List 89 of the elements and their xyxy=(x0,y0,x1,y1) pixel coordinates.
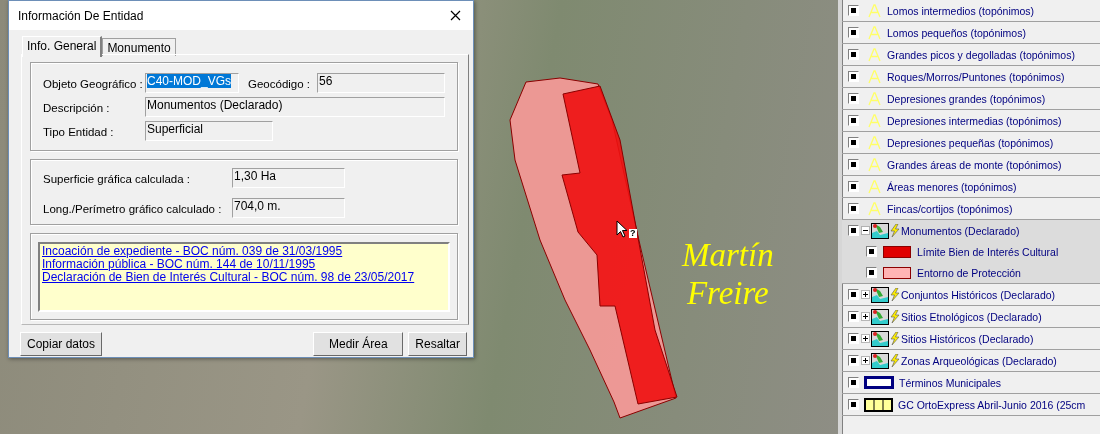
read-only-field[interactable]: 1,30 Ha xyxy=(232,168,345,188)
layer-name[interactable]: Entorno de Protección xyxy=(917,266,1021,279)
close-icon[interactable] xyxy=(450,10,461,21)
layer-checkbox[interactable] xyxy=(848,355,859,366)
map-layer-icon xyxy=(871,308,889,325)
layer-name[interactable]: Fincas/cortijos (topónimos) xyxy=(887,202,1013,215)
text-layer-icon xyxy=(868,47,881,62)
lightning-icon xyxy=(890,354,900,367)
text-layer-icon xyxy=(868,3,881,18)
read-only-field[interactable]: 704,0 m. xyxy=(232,198,345,218)
layer-name[interactable]: Sitios Etnológicos (Declarado) xyxy=(901,310,1042,323)
layer-name[interactable]: Grandes áreas de monte (topónimos) xyxy=(887,158,1062,171)
text-layer-icon xyxy=(868,69,881,84)
layer-checkbox[interactable] xyxy=(848,71,859,82)
text-layer-icon xyxy=(868,113,881,128)
text-layer-icon xyxy=(868,179,881,194)
field-label: Tipo Entidad : xyxy=(43,125,115,140)
field-label: Long./Perímetro gráfico calculado : xyxy=(43,202,223,217)
dialog-button[interactable]: Medir Área xyxy=(313,332,404,356)
lightning-icon xyxy=(890,224,900,237)
text-layer-icon xyxy=(868,201,881,216)
place-label: Martín xyxy=(682,236,774,274)
layer-name[interactable]: Lomos intermedios (topónimos) xyxy=(887,4,1035,17)
layer-checkbox[interactable] xyxy=(848,399,859,410)
cursor-icon xyxy=(616,220,628,238)
field-label: Descripción : xyxy=(43,101,111,116)
layer-checkbox[interactable] xyxy=(848,225,859,236)
field-label: Superficie gráfica calculada : xyxy=(43,172,192,187)
window-title: Información De Entidad xyxy=(18,8,144,23)
text-layer-icon xyxy=(868,135,881,150)
read-only-field[interactable]: C40-MOD_VGs xyxy=(145,73,239,93)
document-link[interactable]: Información pública - BOC núm. 144 de 10/11/1995 xyxy=(42,258,316,271)
place-label: Freire xyxy=(686,274,769,312)
layer-checkbox[interactable] xyxy=(866,246,877,257)
layer-name[interactable]: Monumentos (Declarado) xyxy=(901,224,1020,237)
layer-name[interactable]: Zonas Arqueológicas (Declarado) xyxy=(901,354,1057,367)
expand-icon[interactable] xyxy=(861,356,870,365)
layer-name[interactable]: Áreas menores (topónimos) xyxy=(887,180,1017,193)
layer-checkbox[interactable] xyxy=(848,377,859,388)
layer-name[interactable]: Conjuntos Históricos (Declarado) xyxy=(901,288,1056,301)
layer-checkbox[interactable] xyxy=(848,49,859,60)
raster-layer-icon xyxy=(864,397,893,412)
expand-icon[interactable] xyxy=(861,312,870,321)
text-layer-icon xyxy=(868,91,881,106)
layer-checkbox[interactable] xyxy=(866,267,877,278)
map-layer-icon xyxy=(871,330,889,347)
outline-swatch xyxy=(864,376,894,389)
layer-checkbox[interactable] xyxy=(848,115,859,126)
lightning-icon xyxy=(890,310,900,323)
help-mark: ? xyxy=(629,229,637,238)
layer-checkbox[interactable] xyxy=(848,203,859,214)
dialog-button[interactable]: Resaltar xyxy=(408,332,467,356)
layer-checkbox[interactable] xyxy=(848,311,859,322)
expand-icon[interactable] xyxy=(861,290,870,299)
read-only-field[interactable]: 56 xyxy=(317,73,445,93)
layer-name[interactable]: Sitios Históricos (Declarado) xyxy=(901,332,1034,345)
map-layer-icon xyxy=(871,352,889,369)
lightning-icon xyxy=(890,288,900,301)
tab[interactable]: Info. General xyxy=(22,36,103,57)
read-only-field[interactable]: Monumentos (Declarado) xyxy=(145,97,445,117)
layer-checkbox[interactable] xyxy=(848,159,859,170)
layer-checkbox[interactable] xyxy=(848,181,859,192)
layer-checkbox[interactable] xyxy=(848,93,859,104)
layer-name[interactable]: Grandes picos y degolladas (topónimos) xyxy=(887,48,1075,61)
layer-name[interactable]: Límite Bien de Interés Cultural xyxy=(917,245,1059,258)
field-label: Objeto Geográfico : xyxy=(43,77,144,92)
dialog-button[interactable]: Copiar datos xyxy=(20,332,103,356)
layer-name[interactable]: Depresiones grandes (topónimos) xyxy=(887,92,1046,105)
layer-name[interactable]: Términos Municipales xyxy=(899,376,1002,389)
layer-name[interactable]: Lomos pequeños (topónimos) xyxy=(887,26,1026,39)
layer-name[interactable]: Depresiones intermedias (topónimos) xyxy=(887,114,1062,127)
document-link[interactable]: Incoación de expediente - BOC núm. 039 de 31/03/1995 xyxy=(42,245,343,258)
document-link[interactable]: Declaración de Bien de Interés Cultural - BOC núm. 98 de 23/05/2017 xyxy=(42,271,415,284)
layer-checkbox[interactable] xyxy=(848,27,859,38)
field-label: Geocódigo : xyxy=(248,77,311,92)
read-only-field[interactable]: Superficial xyxy=(145,121,273,141)
layer-name[interactable]: Roques/Morros/Puntones (topónimos) xyxy=(887,70,1065,83)
text-layer-icon xyxy=(868,157,881,172)
layer-checkbox[interactable] xyxy=(848,333,859,344)
collapse-icon[interactable] xyxy=(861,226,870,235)
layer-checkbox[interactable] xyxy=(848,137,859,148)
expand-icon[interactable] xyxy=(861,334,870,343)
layer-checkbox[interactable] xyxy=(848,289,859,300)
lightning-icon xyxy=(890,332,900,345)
layer-name[interactable]: GC OrtoExpress Abril-Junio 2016 (25cm xyxy=(898,398,1086,411)
layer-name[interactable]: Depresiones pequeñas (topónimos) xyxy=(887,136,1054,149)
map-layer-icon xyxy=(871,286,889,303)
layer-checkbox[interactable] xyxy=(848,5,859,16)
text-layer-icon xyxy=(868,25,881,40)
